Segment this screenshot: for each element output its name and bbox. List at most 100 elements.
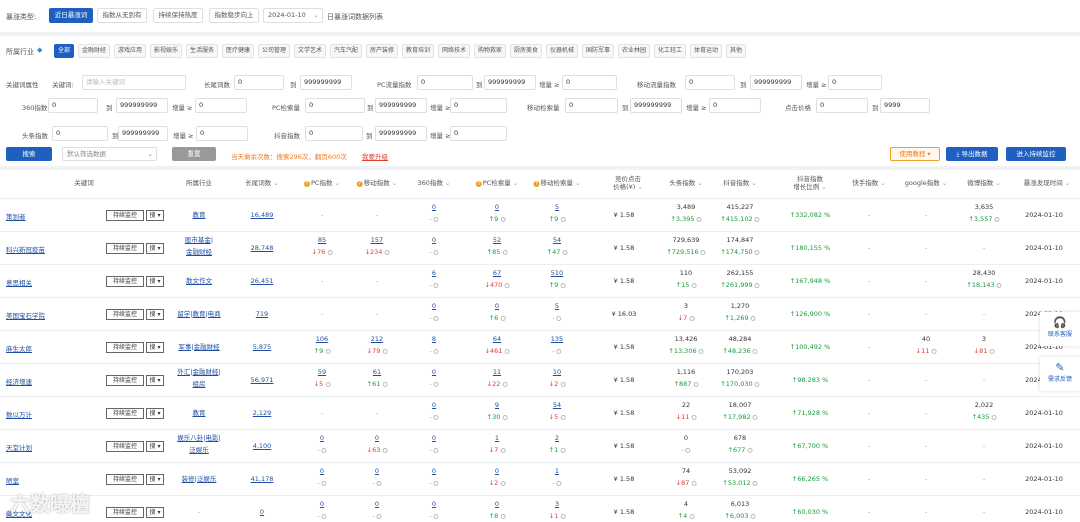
- mobile-index-value[interactable]: 212: [371, 335, 383, 344]
- industry-tag[interactable]: 厨房美食: [510, 44, 543, 58]
- idx360-min[interactable]: 0: [48, 98, 98, 113]
- keyword-link[interactable]: 美国宝石学院: [6, 310, 45, 320]
- changchang-value[interactable]: 719: [256, 310, 268, 319]
- index360-value[interactable]: 0: [432, 500, 436, 509]
- changchang-value[interactable]: 4,100: [253, 442, 272, 451]
- search-dropdown[interactable]: 搜 ▾: [146, 243, 164, 254]
- mobile-index-value[interactable]: 0: [375, 500, 379, 509]
- search-dropdown[interactable]: 搜 ▾: [146, 375, 164, 386]
- industry-link[interactable]: 股市基金|: [185, 236, 213, 245]
- monitor-button[interactable]: 持续监控: [106, 342, 144, 353]
- search-button[interactable]: 搜索: [6, 147, 52, 161]
- monitor-entry-button[interactable]: 进入持续监控: [1006, 147, 1066, 161]
- keyword-link[interactable]: 经济增速: [6, 376, 32, 386]
- industry-link[interactable]: 教育: [193, 409, 206, 418]
- idx360-inc[interactable]: 0: [195, 98, 247, 113]
- search-dropdown[interactable]: 搜 ▾: [146, 309, 164, 320]
- tab-recent-surge[interactable]: 近日暴涨词: [49, 8, 93, 23]
- pc-check-value[interactable]: 0: [495, 203, 499, 212]
- keyword-link[interactable]: 意思相关: [6, 277, 32, 287]
- industry-tag[interactable]: 文学艺术: [294, 44, 327, 58]
- header-pc-check[interactable]: ? PC检索量 ⌄: [475, 179, 518, 187]
- industry-link[interactable]: 金融财经: [186, 248, 212, 257]
- keyword-input[interactable]: 请输入关键词: [82, 75, 186, 90]
- pc-check-value[interactable]: 9: [495, 401, 499, 410]
- industry-link[interactable]: 留学|教育|电商: [177, 310, 220, 319]
- mobile-check-value[interactable]: 1: [555, 467, 559, 476]
- mobile-index-value[interactable]: 0: [375, 467, 379, 476]
- pc-index-value[interactable]: 106: [316, 335, 328, 344]
- industry-tag[interactable]: 体育运动: [690, 44, 723, 58]
- changchang-value[interactable]: 56,971: [251, 376, 274, 385]
- industry-tag[interactable]: 教育培训: [402, 44, 435, 58]
- industry-link[interactable]: 娱乐八卦|电影|: [177, 434, 220, 443]
- search-dropdown[interactable]: 搜 ▾: [146, 474, 164, 485]
- mobile-flow-inc[interactable]: 0: [828, 75, 882, 90]
- industry-link[interactable]: 散文作文: [186, 277, 212, 286]
- header-google[interactable]: google指数 ⌄: [905, 179, 948, 187]
- pc-check-value[interactable]: 67: [493, 269, 501, 278]
- index360-value[interactable]: 0: [432, 203, 436, 212]
- industry-link[interactable]: 教育: [193, 211, 206, 220]
- toutiao-max[interactable]: 999999999: [118, 126, 168, 141]
- pc-index-value[interactable]: 0: [320, 500, 324, 509]
- monitor-button[interactable]: 持续监控: [106, 474, 144, 485]
- tab-from-none[interactable]: 指数从无到有: [97, 8, 147, 23]
- mobile-check-max[interactable]: 999999999: [630, 98, 682, 113]
- changchang-value[interactable]: 16,489: [251, 211, 274, 220]
- search-dropdown[interactable]: 搜 ▾: [146, 408, 164, 419]
- industry-tag[interactable]: 仪器机械: [546, 44, 579, 58]
- pc-index-value[interactable]: 85: [318, 236, 326, 245]
- index360-value[interactable]: 0: [432, 467, 436, 476]
- changchang-value[interactable]: 0: [260, 508, 264, 517]
- keyword-link[interactable]: 陋室: [6, 475, 19, 485]
- pc-check-max[interactable]: 999999999: [375, 98, 427, 113]
- index360-value[interactable]: 0: [432, 302, 436, 311]
- tab-keep-hot[interactable]: 持续保持热度: [153, 8, 203, 23]
- industry-link[interactable]: 军事|金融财经: [178, 343, 219, 352]
- industry-tag[interactable]: 购物救家: [474, 44, 507, 58]
- mobile-index-value[interactable]: 61: [373, 368, 381, 377]
- reset-button[interactable]: 重置: [172, 147, 216, 161]
- click-price-max[interactable]: 9999: [880, 98, 930, 113]
- tab-steady-up[interactable]: 指数稳步向上: [209, 8, 259, 23]
- douyin-max[interactable]: 999999999: [375, 126, 427, 141]
- changchang-min[interactable]: 0: [234, 75, 284, 90]
- douyin-min[interactable]: 0: [305, 126, 363, 141]
- pc-check-value[interactable]: 0: [495, 302, 499, 311]
- douyin-inc[interactable]: 0: [450, 126, 507, 141]
- industry-tag[interactable]: 医疗健康: [222, 44, 255, 58]
- industry-tag[interactable]: 农业林园: [618, 44, 651, 58]
- date-picker[interactable]: 2024-01-10 ⌄: [263, 8, 323, 23]
- industry-tag[interactable]: 影视娱乐: [150, 44, 183, 58]
- mobile-check-value[interactable]: 5: [555, 203, 559, 212]
- pc-check-inc[interactable]: 0: [450, 98, 507, 113]
- industry-tag[interactable]: 国防军事: [582, 44, 615, 58]
- changchang-value[interactable]: 2,129: [253, 409, 272, 418]
- pc-flow-inc[interactable]: 0: [562, 75, 617, 90]
- export-button[interactable]: ⤓ 导出数据: [946, 147, 998, 161]
- idx360-max[interactable]: 999999999: [116, 98, 168, 113]
- pc-flow-min[interactable]: 0: [417, 75, 473, 90]
- pc-index-value[interactable]: 0: [320, 434, 324, 443]
- monitor-button[interactable]: 持续监控: [106, 210, 144, 221]
- pc-check-value[interactable]: 0: [495, 467, 499, 476]
- search-dropdown[interactable]: 搜 ▾: [146, 507, 164, 518]
- pc-index-value[interactable]: 59: [318, 368, 326, 377]
- industry-tag[interactable]: 全部: [54, 44, 75, 58]
- header-toutiao[interactable]: 头条指数 ⌄: [669, 179, 703, 187]
- header-date[interactable]: 暴涨发现时间 ⌄: [1024, 179, 1071, 187]
- changchang-value[interactable]: 28,748: [251, 244, 274, 253]
- feedback-button[interactable]: ✎ 需求反馈: [1040, 357, 1080, 391]
- industry-tag[interactable]: 网络技术: [438, 44, 471, 58]
- changchang-max[interactable]: 999999999: [300, 75, 352, 90]
- index360-value[interactable]: 8: [432, 335, 436, 344]
- mobile-check-value[interactable]: 10: [553, 368, 561, 377]
- mobile-check-value[interactable]: 54: [553, 401, 561, 410]
- customer-service-button[interactable]: 🎧 联系客服: [1040, 312, 1080, 346]
- index360-value[interactable]: 6: [432, 269, 436, 278]
- changchang-value[interactable]: 41,178: [251, 475, 274, 484]
- pc-check-value[interactable]: 11: [493, 368, 501, 377]
- header-changchang[interactable]: 长尾词数 ⌄: [245, 179, 279, 187]
- mobile-check-min[interactable]: 0: [565, 98, 618, 113]
